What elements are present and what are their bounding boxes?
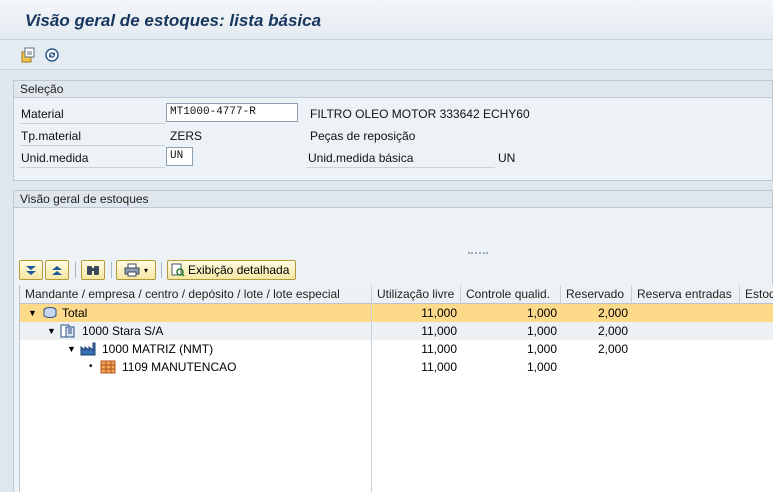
toolbar-separator — [111, 262, 112, 278]
free-use-value: 11,000 — [421, 324, 457, 338]
quality-control-value: 1,000 — [526, 360, 557, 374]
toolbar-separator — [75, 262, 76, 278]
reserved-value: 2,000 — [597, 324, 628, 338]
tree-expander[interactable]: ▼ — [67, 340, 76, 358]
binoculars-icon — [87, 266, 99, 275]
table-row[interactable]: ▼ 1000 MATRIZ (NMT) 11,000 1,000 2,000 — [20, 340, 773, 358]
storage-location-icon — [100, 360, 116, 374]
splitter-handle[interactable] — [468, 252, 488, 254]
refresh-icon[interactable] — [43, 46, 61, 64]
material-type-description: Peças de reposição — [310, 129, 416, 143]
column-divider — [371, 304, 372, 492]
material-field[interactable]: MT1000-4777-R — [166, 103, 298, 122]
reserved-value: 2,000 — [597, 342, 628, 356]
row-label: Total — [62, 306, 88, 320]
title-bar: Visão geral de estoques: lista básica — [0, 0, 773, 40]
detail-display-label: Exibição detalhada — [188, 263, 290, 277]
free-use-value: 11,000 — [421, 342, 457, 356]
grid-header: Mandante / empresa / centro / depósito /… — [20, 285, 773, 304]
table-row[interactable]: ▼ 1000 Stara S/A 11,000 1,000 2,000 — [20, 322, 773, 340]
material-label: Material — [21, 107, 64, 121]
dropdown-arrow-icon: ▾ — [143, 265, 148, 275]
material-label-underline — [20, 123, 165, 124]
unit-field[interactable]: UN — [166, 147, 193, 166]
quality-control-value: 1,000 — [526, 324, 557, 338]
expand-all-icon — [26, 266, 36, 275]
column-header-free-use[interactable]: Utilização livre — [372, 285, 461, 304]
selection-group-header: Seleção — [14, 81, 772, 98]
page-title: Visão geral de estoques: lista básica — [25, 11, 322, 30]
tree-leaf-bullet: • — [89, 361, 93, 372]
free-use-value: 11,000 — [421, 360, 457, 374]
reserved-value: 2,000 — [597, 306, 628, 320]
unit-label-underline — [20, 167, 165, 168]
stock-tree-grid: Mandante / empresa / centro / depósito /… — [19, 285, 773, 492]
row-label: 1109 MANUTENCAO — [122, 360, 237, 374]
column-header-stock[interactable]: Estoq — [740, 285, 773, 304]
detail-display-button[interactable]: Exibição detalhada — [167, 260, 296, 280]
table-row[interactable]: • 1109 MANUTENCAO 11,000 1,000 — [20, 358, 773, 376]
collapse-all-button[interactable] — [45, 260, 69, 280]
tree-expander[interactable]: ▼ — [47, 322, 56, 340]
find-button[interactable] — [81, 260, 105, 280]
base-unit-label-underline — [307, 167, 495, 168]
unit-label: Unid.medida — [21, 151, 89, 165]
printer-icon — [124, 263, 140, 277]
expand-all-button[interactable] — [19, 260, 43, 280]
quality-control-value: 1,000 — [526, 306, 557, 320]
select-icon[interactable] — [20, 46, 38, 64]
column-header-reserved[interactable]: Reservado — [561, 285, 632, 304]
base-unit-label: Unid.medida básica — [308, 151, 414, 165]
selection-group: Seleção Material MT1000-4777-R FILTRO OL… — [13, 80, 773, 181]
table-row[interactable]: ▼ Total 11,000 1,000 2,000 — [20, 304, 773, 322]
material-type-label-underline — [20, 145, 165, 146]
quality-control-value: 1,000 — [526, 342, 557, 356]
column-header-hierarchy[interactable]: Mandante / empresa / centro / depósito /… — [20, 285, 372, 304]
row-label: 1000 MATRIZ (NMT) — [102, 342, 214, 356]
plant-icon — [80, 342, 96, 356]
total-icon — [42, 306, 58, 320]
material-type-value: ZERS — [170, 129, 203, 143]
stock-overview-header: Visão geral de estoques — [14, 191, 772, 208]
collapse-all-icon — [52, 266, 62, 275]
material-type-label: Tp.material — [21, 129, 82, 143]
column-header-receipt-reservations[interactable]: Reserva entradas — [632, 285, 740, 304]
tree-expander[interactable]: ▼ — [28, 304, 37, 322]
material-description: FILTRO OLEO MOTOR 333642 ECHY60 — [310, 107, 530, 121]
application-toolbar — [0, 40, 773, 70]
column-header-quality-control[interactable]: Controle qualid. — [461, 285, 561, 304]
reserved-value — [561, 358, 632, 376]
free-use-value: 11,000 — [421, 306, 457, 320]
base-unit-value: UN — [498, 151, 516, 165]
row-label: 1000 Stara S/A — [82, 324, 164, 338]
company-icon — [60, 324, 76, 338]
detail-icon — [171, 263, 185, 277]
print-menu-button[interactable]: ▾ — [116, 260, 156, 280]
toolbar-separator — [161, 262, 162, 278]
